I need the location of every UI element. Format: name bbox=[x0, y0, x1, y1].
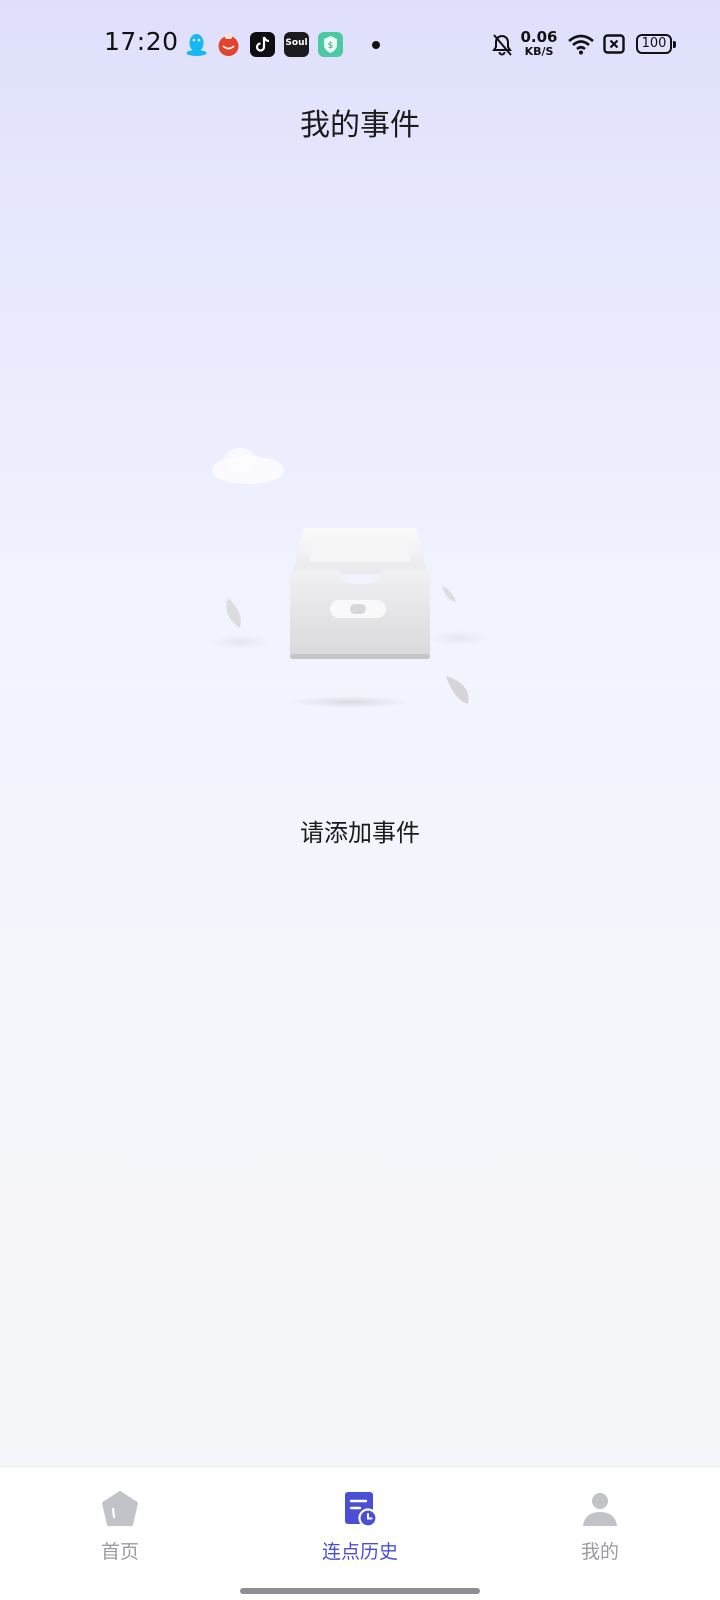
nav-item-home[interactable]: 首页 bbox=[50, 1489, 190, 1573]
wifi-icon bbox=[568, 34, 594, 55]
history-document-icon bbox=[345, 1492, 378, 1528]
page-title: 我的事件 bbox=[300, 108, 420, 143]
bell-muted-icon bbox=[492, 34, 512, 56]
nav-label-history: 连点历史 bbox=[321, 1541, 398, 1563]
empty-box-icon bbox=[200, 430, 520, 730]
network-speed-unit: KB/S bbox=[524, 45, 554, 58]
battery-icon: 100 bbox=[636, 34, 676, 54]
status-bar: 17:20 Soul $ 0.06 KB/S 100 bbox=[0, 0, 720, 92]
home-icon bbox=[102, 1491, 138, 1526]
nav-label-home: 首页 bbox=[100, 1541, 139, 1563]
network-speed-value: 0.06 bbox=[520, 28, 558, 46]
nav-label-mine: 我的 bbox=[580, 1541, 619, 1563]
user-icon bbox=[583, 1493, 617, 1526]
network-speed: 0.06 KB/S bbox=[520, 28, 558, 58]
empty-state-message: 请添加事件 bbox=[300, 819, 420, 847]
home-indicator[interactable] bbox=[240, 1588, 480, 1594]
bottom-nav: 首页 连点历史 我的 bbox=[0, 1466, 720, 1600]
system-icons: 0.06 KB/S 100 bbox=[0, 0, 720, 92]
sim-off-icon bbox=[603, 34, 625, 54]
nav-item-mine[interactable]: 我的 bbox=[530, 1489, 670, 1573]
nav-item-history[interactable]: 连点历史 bbox=[290, 1489, 430, 1573]
